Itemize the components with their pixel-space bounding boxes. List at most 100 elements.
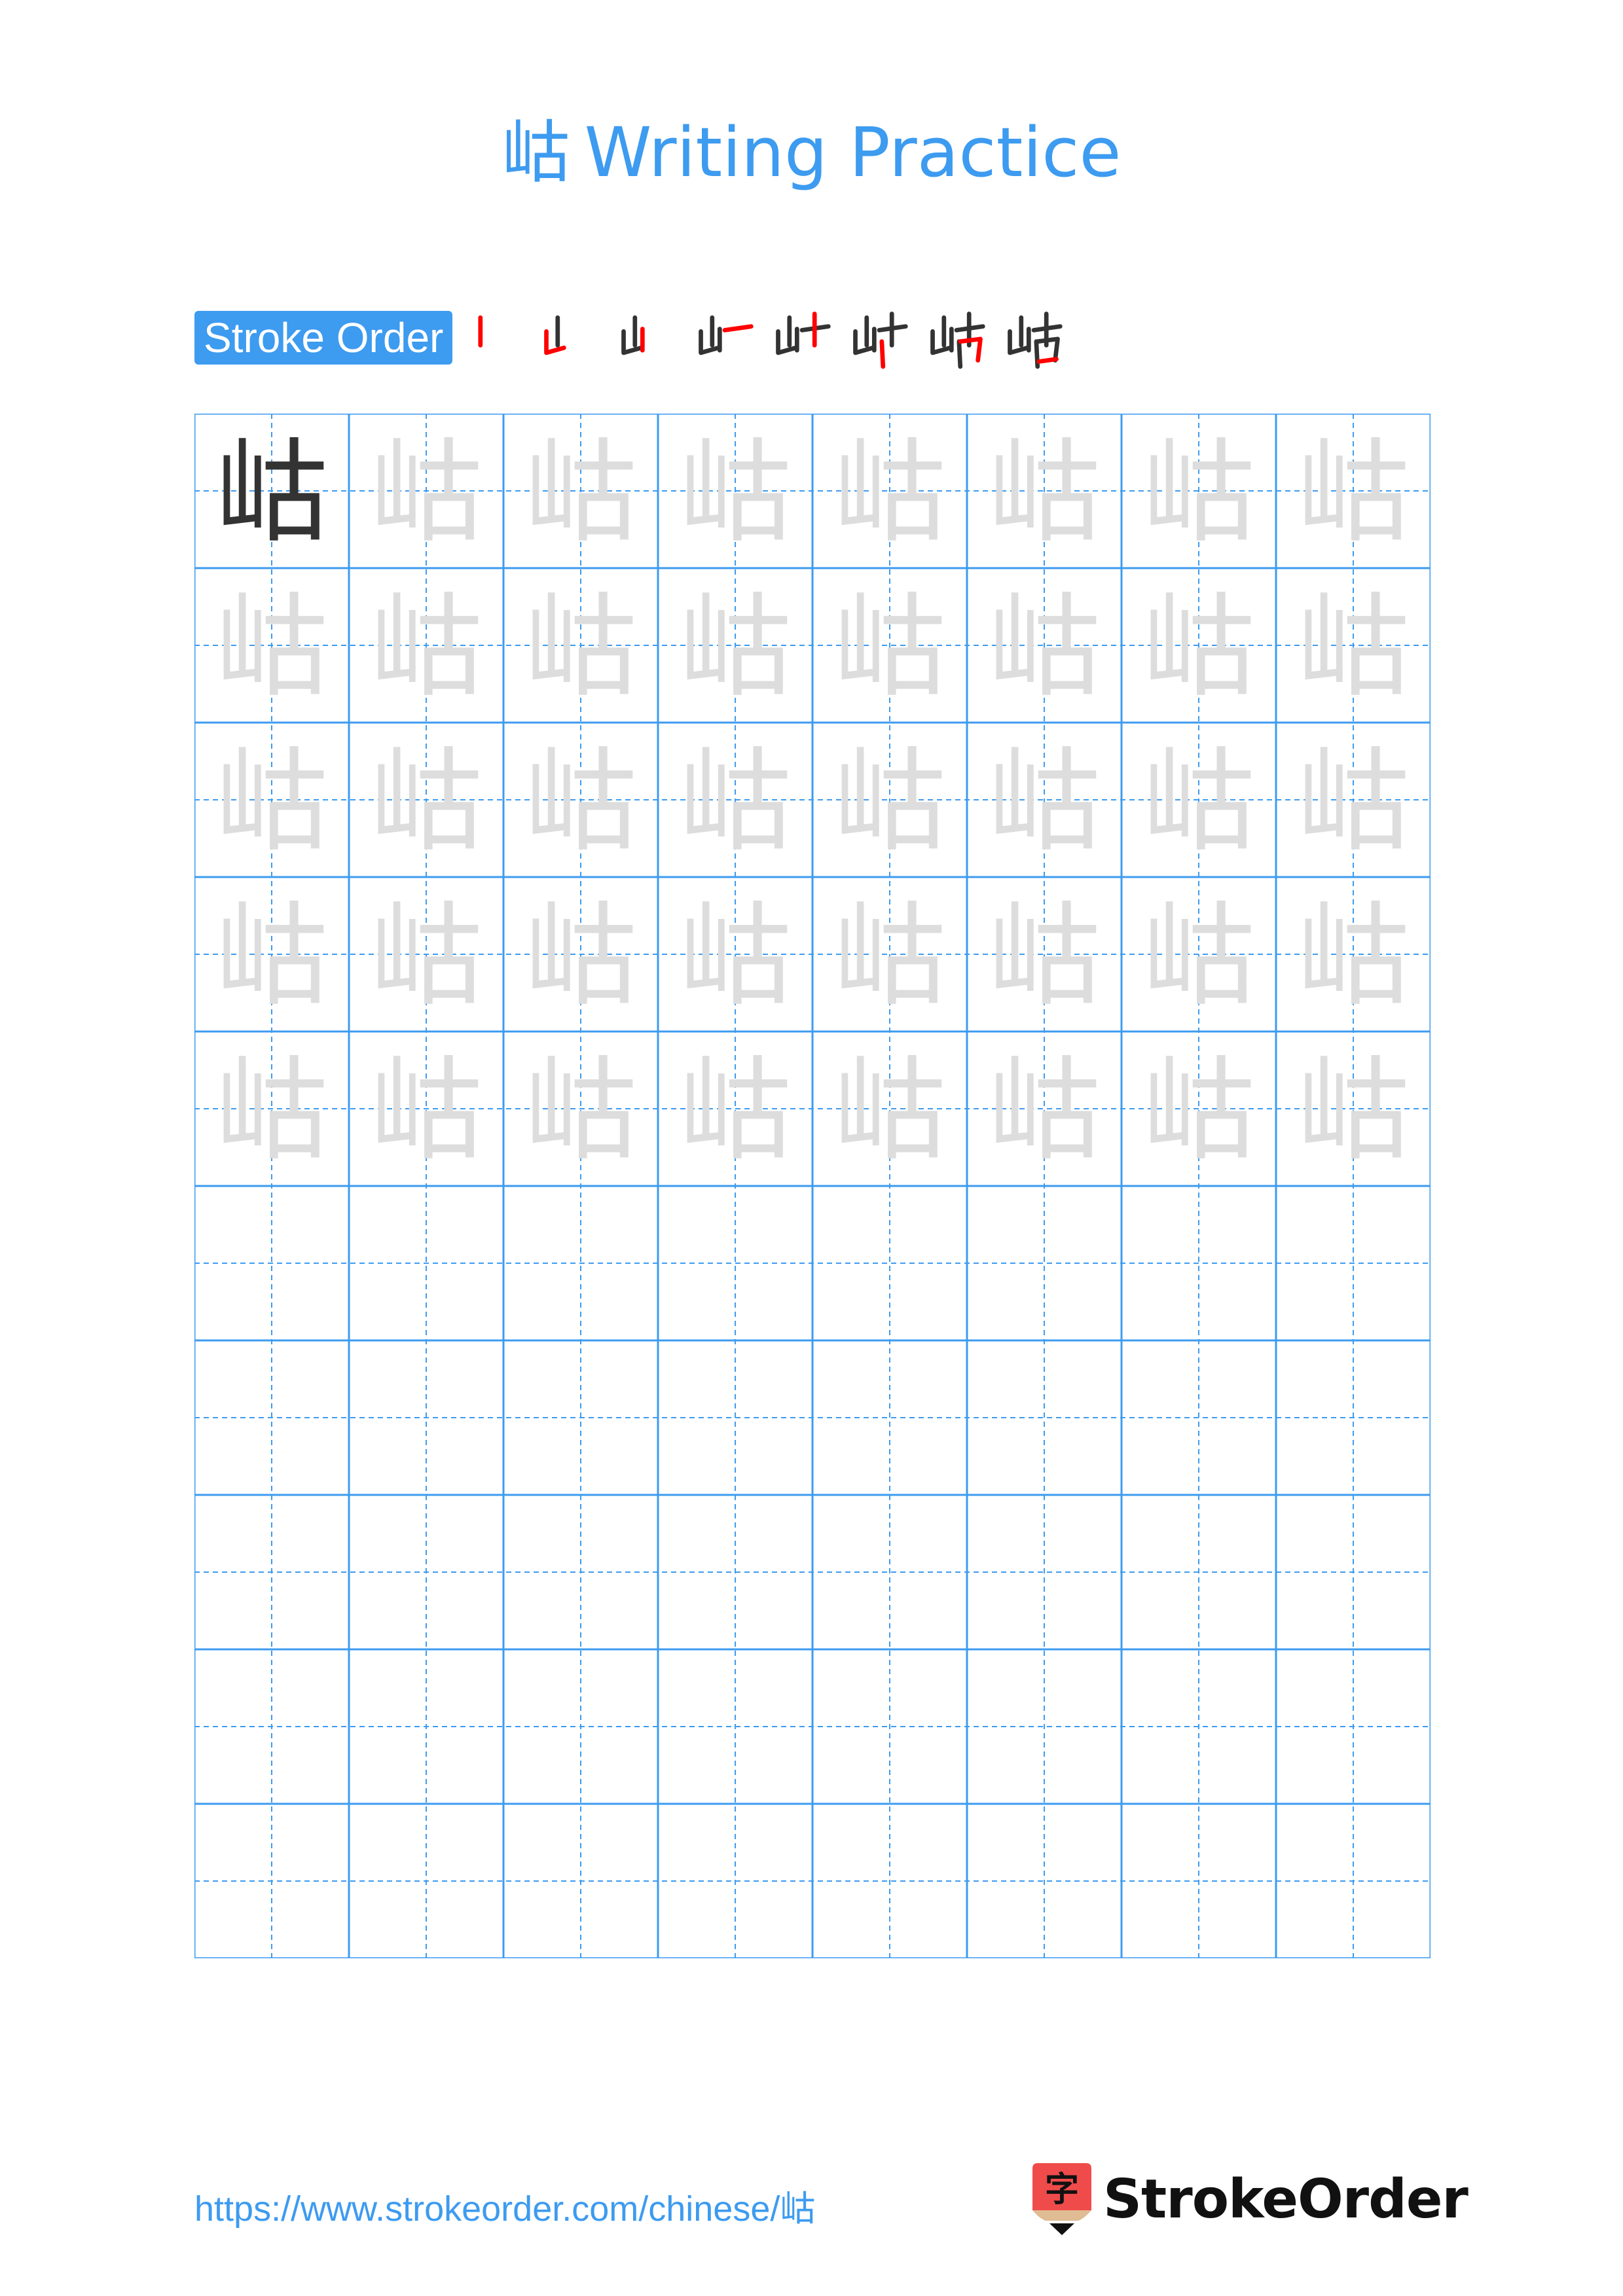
practice-cell-empty[interactable] — [1122, 1495, 1276, 1649]
practice-cell-empty[interactable] — [812, 1186, 967, 1340]
practice-cell-empty[interactable] — [503, 1649, 658, 1804]
practice-cell-empty[interactable] — [812, 1804, 967, 1958]
practice-cell-traced[interactable] — [967, 723, 1122, 877]
practice-cell-traced[interactable] — [503, 877, 658, 1031]
practice-cell-traced[interactable] — [194, 568, 349, 723]
practice-cell-empty[interactable] — [1276, 1804, 1431, 1958]
practice-cell-empty[interactable] — [967, 1804, 1122, 1958]
practice-cell-traced[interactable] — [503, 1031, 658, 1186]
practice-cell-empty[interactable] — [503, 1340, 658, 1495]
practice-cell-traced[interactable] — [967, 414, 1122, 568]
practice-cell-traced[interactable] — [1276, 568, 1431, 723]
practice-cell-empty[interactable] — [658, 1804, 812, 1958]
practice-cell-empty[interactable] — [1122, 1340, 1276, 1495]
brand-logo[interactable]: 字 StrokeOrder — [1032, 2163, 1468, 2236]
practice-grid: 岵岵岵岵岵岵岵岵岵岵岵岵岵岵岵岵岵岵岵岵岵岵岵岵岵岵岵岵岵岵岵岵岵岵岵岵岵岵岵岵 — [194, 414, 1431, 1958]
practice-cell-traced[interactable] — [194, 414, 349, 568]
practice-cell-empty[interactable] — [503, 1186, 658, 1340]
practice-cell-empty[interactable] — [658, 1186, 812, 1340]
practice-cell-empty[interactable] — [1276, 1340, 1431, 1495]
practice-cell-traced[interactable] — [658, 568, 812, 723]
previous-stroke — [699, 329, 721, 355]
previous-stroke — [930, 329, 953, 355]
practice-cell-traced[interactable] — [1276, 414, 1431, 568]
practice-cell-empty[interactable] — [812, 1340, 967, 1495]
practice-cell-traced[interactable] — [812, 568, 967, 723]
practice-cell-traced[interactable] — [1122, 1031, 1276, 1186]
practice-cell-traced[interactable] — [812, 1031, 967, 1186]
practice-cell-empty[interactable] — [194, 1340, 349, 1495]
practice-cell-traced[interactable] — [349, 877, 503, 1031]
practice-cell-traced[interactable] — [1122, 414, 1276, 568]
current-stroke — [722, 324, 754, 332]
stroke-step — [693, 306, 771, 369]
practice-cell-empty[interactable] — [194, 1649, 349, 1804]
practice-cell-traced[interactable] — [658, 877, 812, 1031]
stroke-step — [1002, 306, 1080, 369]
practice-cell-empty[interactable] — [1276, 1495, 1431, 1649]
practice-cell-empty[interactable] — [658, 1649, 812, 1804]
practice-cell-empty[interactable] — [194, 1495, 349, 1649]
practice-cell-traced[interactable] — [1122, 877, 1276, 1031]
practice-cell-traced[interactable] — [812, 877, 967, 1031]
practice-cell-empty[interactable] — [1276, 1186, 1431, 1340]
practice-cell-empty[interactable] — [349, 1186, 503, 1340]
stroke-step — [539, 306, 616, 369]
practice-cell-traced[interactable] — [658, 414, 812, 568]
practice-cell-empty[interactable] — [1122, 1186, 1276, 1340]
practice-cell-empty[interactable] — [967, 1649, 1122, 1804]
practice-cell-empty[interactable] — [967, 1186, 1122, 1340]
practice-cell-traced[interactable] — [812, 723, 967, 877]
practice-cell-traced[interactable] — [503, 723, 658, 877]
practice-cell-traced[interactable] — [1122, 723, 1276, 877]
practice-cell-traced[interactable] — [658, 1031, 812, 1186]
practice-cell-traced[interactable] — [349, 1031, 503, 1186]
practice-cell-empty[interactable] — [503, 1804, 658, 1958]
practice-cell-empty[interactable] — [812, 1649, 967, 1804]
practice-cell-empty[interactable] — [503, 1495, 658, 1649]
practice-cell-traced[interactable] — [812, 414, 967, 568]
practice-cell-empty[interactable] — [349, 1495, 503, 1649]
pencil-logo-icon: 字 — [1032, 2163, 1091, 2236]
stroke-step — [925, 306, 1002, 369]
practice-cell-traced[interactable] — [967, 568, 1122, 723]
practice-cell-empty[interactable] — [658, 1495, 812, 1649]
practice-cell-traced[interactable] — [1276, 1031, 1431, 1186]
practice-cell-traced[interactable] — [503, 568, 658, 723]
stroke-step — [616, 306, 693, 369]
practice-cell-empty[interactable] — [349, 1340, 503, 1495]
previous-stroke — [621, 329, 644, 355]
practice-cell-traced[interactable] — [349, 723, 503, 877]
practice-cell-empty[interactable] — [967, 1340, 1122, 1495]
practice-cell-empty[interactable] — [349, 1649, 503, 1804]
stroke-order-badge: Stroke Order — [194, 311, 453, 365]
practice-cell-traced[interactable] — [194, 1031, 349, 1186]
footer-url-link[interactable]: https://www.strokeorder.com/chinese/岵 — [194, 2186, 815, 2232]
brand-name: StrokeOrder — [1103, 2168, 1468, 2231]
practice-cell-empty[interactable] — [812, 1495, 967, 1649]
practice-cell-traced[interactable] — [1122, 568, 1276, 723]
practice-cell-traced[interactable] — [349, 568, 503, 723]
practice-cell-empty[interactable] — [658, 1340, 812, 1495]
current-stroke — [958, 336, 983, 363]
practice-cell-empty[interactable] — [967, 1495, 1122, 1649]
practice-cell-empty[interactable] — [1122, 1649, 1276, 1804]
practice-cell-traced[interactable] — [658, 723, 812, 877]
practice-cell-traced[interactable] — [1276, 877, 1431, 1031]
practice-cell-traced[interactable] — [1276, 723, 1431, 877]
current-stroke — [544, 329, 567, 355]
current-stroke — [1036, 357, 1059, 364]
practice-cell-traced[interactable] — [967, 877, 1122, 1031]
practice-cell-traced[interactable] — [503, 414, 658, 568]
practice-cell-empty[interactable] — [1122, 1804, 1276, 1958]
practice-cell-traced[interactable] — [349, 414, 503, 568]
practice-cell-empty[interactable] — [349, 1804, 503, 1958]
previous-stroke — [776, 329, 799, 355]
practice-cell-empty[interactable] — [1276, 1649, 1431, 1804]
practice-cell-traced[interactable] — [967, 1031, 1122, 1186]
practice-cell-traced[interactable] — [194, 723, 349, 877]
practice-cell-empty[interactable] — [194, 1804, 349, 1958]
practice-cell-traced[interactable] — [194, 877, 349, 1031]
stroke-order-steps — [462, 306, 1080, 369]
practice-cell-empty[interactable] — [194, 1186, 349, 1340]
